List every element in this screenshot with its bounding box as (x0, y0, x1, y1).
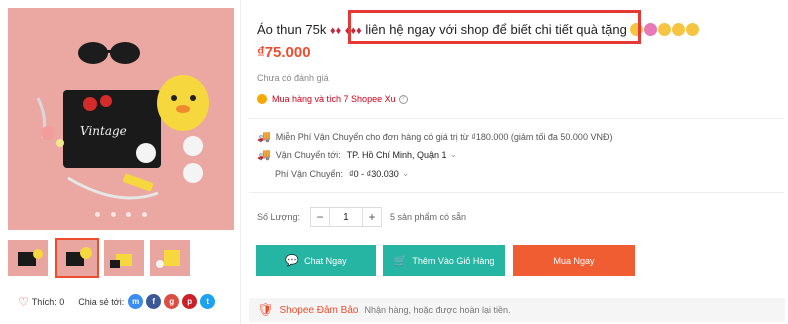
carousel-dot[interactable] (126, 212, 132, 217)
carousel-dot[interactable] (110, 212, 116, 217)
smile-emoji-icon (658, 23, 672, 36)
gallery: Vintage ♡ Thích: 0 Chia sẻ tới: m f g p … (0, 0, 240, 324)
chat-icon: 💬 (285, 255, 300, 267)
shopee-coins: Mua hàng và tích 7 Shopee Xu ? (257, 94, 408, 104)
carousel-dot[interactable] (141, 212, 147, 217)
red-highlight-box (348, 10, 641, 44)
chat-now-button[interactable]: 💬 Chat Ngay (256, 245, 376, 276)
ship-to-row: 🚚 Vận Chuyển tới: TP. Hồ Chí Minh, Quận … (257, 148, 457, 161)
carousel-dots[interactable] (8, 204, 234, 222)
smile-emoji-icon (672, 23, 686, 36)
divider (249, 118, 784, 119)
pinterest-icon[interactable]: p (182, 294, 198, 309)
quantity-stepper: − 1 + (309, 207, 382, 227)
flower-emoji-icon (644, 23, 658, 36)
shipping-truck-icon: 🚚 (257, 149, 271, 161)
add-to-cart-button[interactable]: 🛒 Thêm Vào Giỏ Hàng (383, 245, 505, 276)
share-label: Chia sẻ tới: (78, 296, 125, 307)
stock-text: 5 sản phẩm có sẵn (389, 212, 467, 222)
ship-fee-row: Phí Vận Chuyển: ₫0 - ₫30.030 ⌄ (275, 168, 409, 179)
guarantee-title[interactable]: Shopee Đảm Bảo (280, 305, 359, 316)
like-count[interactable]: Thích: 0 (32, 297, 65, 307)
free-shipping-truck-icon: 🚚 (257, 131, 271, 143)
ship-to-label: Vận Chuyển tới: (275, 149, 341, 160)
coin-icon (257, 94, 267, 104)
title-start: Áo thun 75k (257, 22, 327, 37)
product-price: ₫75.000 (257, 44, 311, 61)
ship-fee-label: Phí Vận Chuyển: (275, 168, 344, 179)
messenger-icon[interactable]: m (128, 294, 144, 309)
social-bar: ♡ Thích: 0 Chia sẻ tới: m f g p t (18, 294, 218, 309)
pouch-label: Vintage (80, 124, 127, 138)
help-icon[interactable]: ? (398, 94, 408, 104)
quantity-row: Số Lượng: − 1 + 5 sản phẩm có sẵn (257, 207, 466, 227)
ruby-icon: ♦♦ (330, 25, 342, 37)
buy-now-label: Mua Ngay (553, 255, 595, 266)
chevron-down-icon[interactable]: ⌄ (450, 149, 458, 160)
heart-icon[interactable]: ♡ (18, 295, 29, 309)
coins-text: Mua hàng và tích 7 Shopee Xu (272, 94, 396, 104)
google-plus-icon[interactable]: g (164, 294, 180, 309)
thumbnail[interactable] (104, 240, 144, 276)
carousel-dot[interactable] (95, 212, 101, 217)
increase-button[interactable]: + (363, 208, 381, 226)
quantity-input[interactable]: 1 (328, 208, 363, 226)
shopee-guarantee: 🛡 Shopee Đảm Bảo Nhận hàng, hoặc được ho… (249, 298, 785, 322)
quantity-label: Số Lượng: (257, 212, 300, 222)
ship-fee-select[interactable]: ₫0 - ₫30.030 (349, 169, 399, 179)
twitter-icon[interactable]: t (200, 294, 216, 309)
thumbnail[interactable] (8, 240, 48, 276)
thumbnail[interactable] (150, 240, 190, 276)
add-to-cart-label: Thêm Vào Giỏ Hàng (412, 255, 495, 266)
guarantee-text: Nhận hàng, hoặc được hoàn lại tiền. (364, 305, 511, 315)
thumbnail-active[interactable] (55, 238, 99, 278)
buy-now-button[interactable]: Mua Ngay (513, 245, 635, 276)
chevron-down-icon[interactable]: ⌄ (402, 168, 410, 179)
decrease-button[interactable]: − (311, 208, 329, 226)
product-details: Áo thun 75k ♦♦ ♦♦♦ liên hệ ngay với shop… (240, 0, 788, 324)
divider (249, 192, 784, 193)
free-shipping-text: Miễn Phí Vận Chuyển cho đơn hàng có giá … (275, 131, 613, 142)
rating-text: Chưa có đánh giá (257, 73, 329, 83)
free-shipping-row: 🚚 Miễn Phí Vận Chuyển cho đơn hàng có gi… (257, 130, 612, 143)
main-product-image[interactable]: Vintage (8, 8, 234, 230)
thumbnail-strip (8, 238, 240, 278)
facebook-icon[interactable]: f (146, 294, 162, 309)
ship-to-select[interactable]: TP. Hồ Chí Minh, Quận 1 (347, 150, 447, 160)
shield-icon: 🛡 (257, 302, 274, 317)
smile-emoji-icon (686, 23, 700, 36)
product-photo: Vintage (8, 8, 234, 230)
chat-now-label: Chat Ngay (304, 255, 347, 266)
cart-icon: 🛒 (393, 255, 408, 267)
